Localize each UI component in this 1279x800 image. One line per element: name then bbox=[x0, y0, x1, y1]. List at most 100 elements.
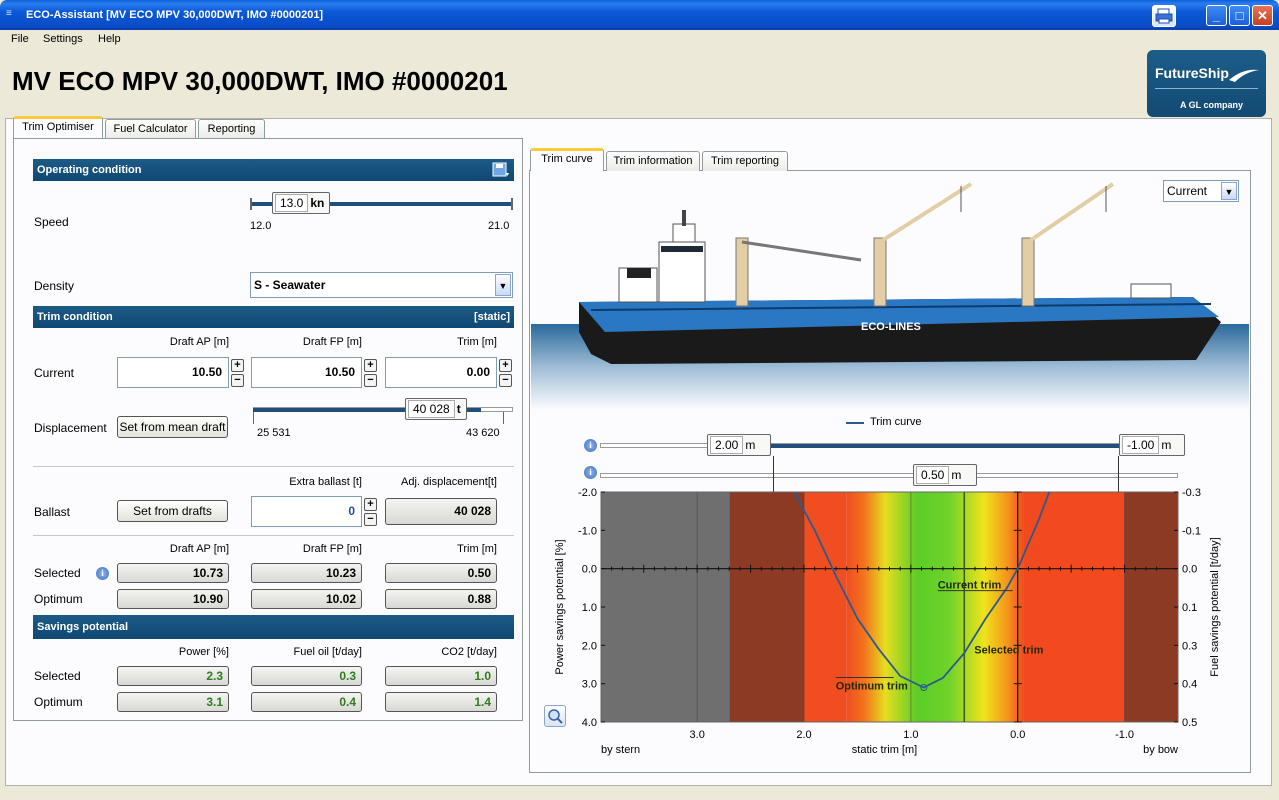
current-draft-ap-input[interactable]: 10.50 bbox=[117, 357, 229, 388]
trim-condition-header: Trim condition [static] bbox=[33, 306, 514, 328]
selected-power: 2.3 bbox=[117, 666, 229, 686]
optimum-trim-annotation: Optimum trim bbox=[836, 681, 908, 693]
range-right-unit: m bbox=[1161, 438, 1172, 452]
trim-plus-button[interactable]: + bbox=[499, 359, 512, 372]
x-tick-label: -1.0 bbox=[1115, 729, 1134, 741]
window-title: ECO-Assistant [MV ECO MPV 30,000DWT, IMO… bbox=[26, 9, 324, 21]
optimum-label: Optimum bbox=[34, 592, 83, 606]
draft-ap-minus-button[interactable]: − bbox=[231, 374, 244, 387]
legend-swatch bbox=[846, 422, 864, 424]
divider bbox=[33, 466, 514, 467]
tab-trim-reporting[interactable]: Trim reporting bbox=[702, 151, 788, 171]
tab-trim-curve[interactable]: Trim curve bbox=[530, 148, 604, 171]
col-draft-ap: Draft AP [m] bbox=[169, 336, 229, 348]
menu-file[interactable]: File bbox=[11, 33, 29, 45]
section-title: Trim condition bbox=[37, 311, 113, 323]
info-icon[interactable]: i bbox=[96, 567, 109, 580]
optimum-trim: 0.88 bbox=[385, 589, 497, 609]
trim-range-right-handle[interactable]: -1.00 m bbox=[1119, 434, 1185, 456]
center-value: 0.50 bbox=[916, 466, 950, 484]
displacement-value: 40 028 bbox=[408, 400, 455, 418]
density-value: S - Seawater bbox=[254, 278, 326, 292]
ballast-plus-button[interactable]: + bbox=[364, 498, 377, 511]
range-right-value: -1.00 bbox=[1122, 436, 1160, 454]
trim-range-slider-track[interactable] bbox=[771, 444, 1119, 448]
displacement-label: Displacement bbox=[34, 421, 107, 435]
maximize-button[interactable]: □ bbox=[1229, 5, 1250, 26]
speed-max: 21.0 bbox=[488, 220, 510, 232]
density-select[interactable]: S - Seawater ▼ bbox=[250, 272, 513, 298]
x-tick-label: 3.0 bbox=[690, 729, 705, 741]
info-icon[interactable]: i bbox=[584, 439, 597, 452]
savings-potential-header: Savings potential bbox=[33, 615, 514, 639]
optimum-power: 3.1 bbox=[117, 692, 229, 712]
optimum-draft-ap: 10.90 bbox=[117, 589, 229, 609]
zoom-icon[interactable] bbox=[544, 705, 566, 727]
menu-settings[interactable]: Settings bbox=[43, 33, 83, 45]
selected-fuel: 0.3 bbox=[251, 666, 362, 686]
print-icon[interactable] bbox=[1152, 5, 1176, 27]
close-button[interactable]: ✕ bbox=[1252, 5, 1273, 26]
trim-range-left-handle[interactable]: 2.00 m bbox=[707, 434, 771, 456]
legend-label: Trim curve bbox=[870, 416, 922, 428]
adj-displacement-field: 40 028 bbox=[385, 498, 497, 525]
y-axis-label: Power savings potential [%] bbox=[554, 539, 566, 674]
savings-optimum-label: Optimum bbox=[34, 695, 83, 709]
y2-tick-label: 0.4 bbox=[1182, 679, 1197, 691]
extra-ballast-input[interactable]: 0 bbox=[251, 496, 362, 527]
tab-fuel-calculator[interactable]: Fuel Calculator bbox=[105, 119, 196, 139]
col-trim: Trim [m] bbox=[457, 336, 497, 348]
displacement-min: 25 531 bbox=[257, 427, 291, 439]
tab-trim-optimiser[interactable]: Trim Optimiser bbox=[13, 116, 103, 139]
current-draft-fp-input[interactable]: 10.50 bbox=[251, 357, 362, 388]
optimum-co2: 1.4 bbox=[385, 692, 497, 712]
range-left-value: 2.00 bbox=[710, 436, 744, 454]
menu-help[interactable]: Help bbox=[98, 33, 121, 45]
tab-trim-information[interactable]: Trim information bbox=[606, 151, 700, 171]
y2-tick-label: -0.1 bbox=[1182, 525, 1201, 537]
info-icon[interactable]: i bbox=[584, 466, 597, 479]
y-tick-label: -2.0 bbox=[578, 487, 597, 499]
section-title: Savings potential bbox=[37, 621, 129, 633]
y2-tick-label: -0.3 bbox=[1182, 487, 1201, 499]
y-tick-label: 3.0 bbox=[582, 679, 597, 691]
displacement-slider-handle[interactable]: 40 028 t bbox=[405, 398, 467, 420]
speed-slider-handle[interactable]: 13.0 kn bbox=[272, 192, 330, 214]
x-tick-label: 1.0 bbox=[903, 729, 918, 741]
draft-fp-plus-button[interactable]: + bbox=[364, 359, 377, 372]
selected-trim-slider-handle[interactable]: 0.50 m bbox=[913, 464, 977, 486]
tab-reporting[interactable]: Reporting bbox=[198, 119, 265, 139]
futureship-logo: FutureShip A GL company bbox=[1147, 50, 1266, 117]
y2-tick-label: 0.1 bbox=[1182, 602, 1197, 614]
set-from-mean-draft-button[interactable]: Set from mean draft bbox=[117, 416, 228, 438]
optimum-fuel: 0.4 bbox=[251, 692, 362, 712]
save-icon[interactable] bbox=[492, 162, 510, 178]
minimize-button[interactable]: _ bbox=[1206, 5, 1227, 26]
menu-bar bbox=[0, 30, 1279, 50]
logo-text: FutureShip bbox=[1155, 65, 1229, 81]
trim-minus-button[interactable]: − bbox=[499, 374, 512, 387]
col-trim: Trim [m] bbox=[457, 543, 497, 555]
draft-ap-plus-button[interactable]: + bbox=[231, 359, 244, 372]
selected-co2: 1.0 bbox=[385, 666, 497, 686]
selected-draft-ap: 10.73 bbox=[117, 563, 229, 583]
current-label: Current bbox=[34, 366, 75, 380]
section-title: Operating condition bbox=[37, 164, 142, 176]
displacement-max: 43 620 bbox=[466, 427, 500, 439]
draft-fp-minus-button[interactable]: − bbox=[364, 374, 377, 387]
static-tag: [static] bbox=[473, 311, 510, 323]
selected-draft-fp: 10.23 bbox=[251, 563, 362, 583]
selected-trim-slider-track[interactable] bbox=[600, 473, 1178, 478]
ballast-minus-button[interactable]: − bbox=[364, 513, 377, 526]
y-tick-label: 2.0 bbox=[582, 640, 597, 652]
current-trim-input[interactable]: 0.00 bbox=[385, 357, 497, 388]
chevron-down-icon[interactable]: ▼ bbox=[495, 274, 511, 296]
logo-swoosh-icon bbox=[1229, 69, 1259, 82]
set-from-drafts-button[interactable]: Set from drafts bbox=[117, 500, 228, 522]
col-draft-ap: Draft AP [m] bbox=[169, 543, 229, 555]
col-co2: CO2 [t/day] bbox=[441, 646, 497, 658]
col-power: Power [%] bbox=[178, 646, 229, 658]
band-red-bow bbox=[1023, 492, 1125, 722]
col-extra-ballast: Extra ballast [t] bbox=[289, 476, 362, 488]
col-fuel-oil: Fuel oil [t/day] bbox=[293, 646, 362, 658]
